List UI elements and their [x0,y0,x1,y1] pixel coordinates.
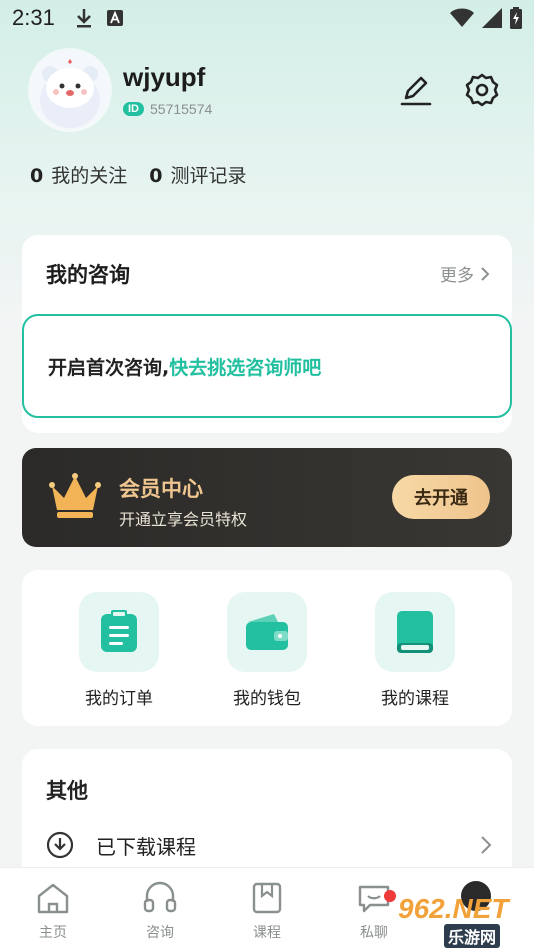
edit-profile-button[interactable] [396,70,436,110]
watermark-sub: 乐游网 [444,924,501,948]
stats-row: 0 我的关注 0 测评记录 [30,161,247,188]
other-title: 其他 [46,779,88,803]
crown-icon [49,473,101,518]
settings-button[interactable] [462,70,502,110]
more-label: 更多 [440,266,474,286]
my-orders-label: 我的订单 [85,689,153,709]
my-courses-button[interactable]: 我的课程 [360,592,470,709]
wallet-icon [246,614,288,650]
consult-prompt-text: 开启首次咨询, [48,356,170,379]
consult-title: 我的咨询 [46,263,130,287]
gear-icon [465,73,499,107]
stat-following-label: 我的关注 [51,165,128,187]
signal-icon [482,8,502,28]
vip-subtitle: 开通立享会员特权 [119,510,248,529]
keyboard-a-icon [106,10,123,26]
vip-title: 会员中心 [119,477,203,501]
stat-assessment[interactable]: 0 测评记录 [149,161,246,188]
downloaded-courses-row[interactable]: 已下载课程 [46,825,492,865]
clipboard-icon [101,610,137,652]
quick-links-card: 我的订单 我的钱包 我的课程 [22,570,512,726]
watermark-main: 962.NET [398,893,509,924]
book-icon [397,611,433,653]
download-icon [76,9,91,28]
id-badge: ID [123,102,144,116]
stat-following-count: 0 [30,165,44,187]
home-icon [37,883,69,914]
status-time: 2:31 [12,5,55,30]
chevron-right-icon [481,836,492,854]
stat-assessment-label: 测评记录 [170,165,247,187]
tab-home[interactable]: 主页 [13,880,93,942]
chevron-right-icon [481,266,490,281]
bookmark-icon [252,882,282,914]
battery-icon [510,7,522,29]
tab-consult-label: 咨询 [146,925,174,941]
avatar[interactable] [30,50,110,130]
my-wallet-button[interactable]: 我的钱包 [212,592,322,709]
bear-avatar-icon [30,50,110,130]
vip-open-button[interactable]: 去开通 [392,475,490,519]
user-id-row: ID 55715574 [123,101,212,117]
consult-prompt-link[interactable]: 快去挑选咨询师吧 [169,353,321,380]
headset-icon [143,881,177,913]
download-circle-icon [46,831,74,859]
my-courses-label: 我的课程 [381,689,449,709]
tab-home-label: 主页 [39,925,67,941]
stat-assessment-count: 0 [149,165,163,187]
my-wallet-label: 我的钱包 [233,689,301,709]
pencil-icon [400,76,432,106]
wifi-icon [450,8,474,27]
my-orders-button[interactable]: 我的订单 [64,592,174,709]
tab-courses-label: 课程 [253,925,281,941]
user-id: 55715574 [150,101,213,117]
status-bar: 2:31 [0,0,534,36]
tab-consult[interactable]: 咨询 [120,880,200,942]
downloaded-courses-label: 已下载课程 [96,834,196,859]
first-consult-prompt[interactable]: 开启首次咨询, 快去挑选咨询师吧 [22,314,512,418]
watermark-logo: 962.NET 乐游网 [398,881,534,951]
consult-card: 我的咨询 更多 开启首次咨询, 快去挑选咨询师吧 [22,235,512,433]
stat-following[interactable]: 0 我的关注 [30,161,127,188]
username: wjyupf [123,62,206,92]
tab-courses[interactable]: 课程 [227,880,307,942]
unread-badge [384,890,396,902]
vip-center-card[interactable]: 会员中心 开通立享会员特权 去开通 [22,448,512,547]
consult-more-link[interactable]: 更多 [440,261,490,286]
